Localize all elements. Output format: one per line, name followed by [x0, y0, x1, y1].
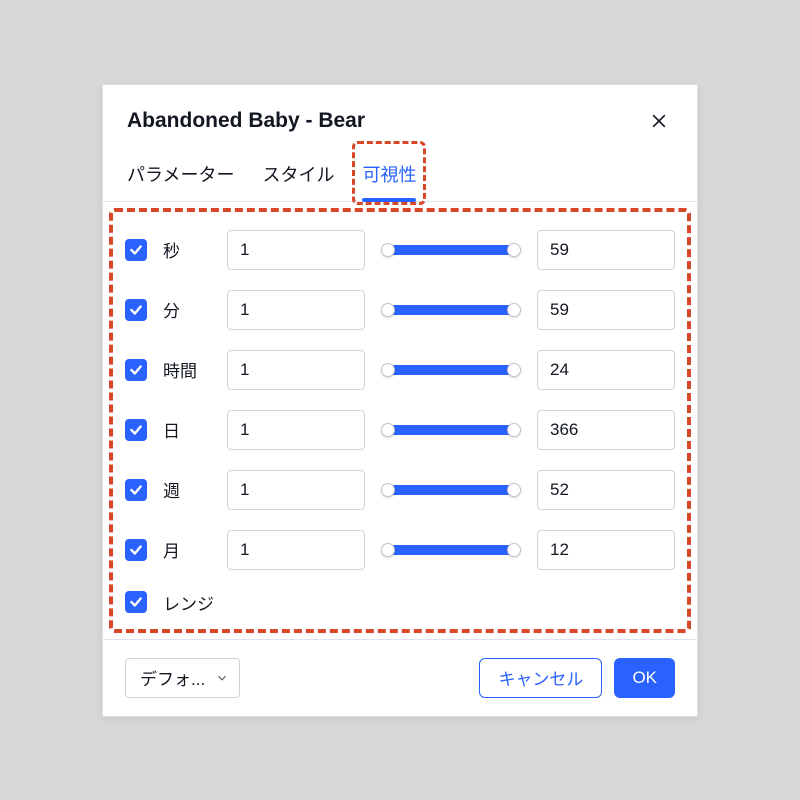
check-icon	[129, 483, 143, 497]
max-input[interactable]	[537, 350, 675, 390]
visibility-row: 時間	[115, 340, 685, 400]
checkbox[interactable]	[125, 239, 147, 261]
slider-thumb-left[interactable]	[381, 543, 395, 557]
min-input[interactable]	[227, 230, 365, 270]
chevron-down-icon	[215, 671, 229, 685]
visibility-row: 月	[115, 520, 685, 580]
checkbox[interactable]	[125, 419, 147, 441]
row-label: 分	[163, 297, 211, 322]
dialog-title: Abandoned Baby - Bear	[127, 109, 365, 133]
close-button[interactable]	[645, 107, 673, 135]
slider-thumb-right[interactable]	[507, 243, 521, 257]
min-input[interactable]	[227, 350, 365, 390]
tab-style[interactable]: スタイル	[262, 147, 334, 201]
tabs: パラメーター スタイル 可視性	[103, 147, 697, 202]
row-label: 週	[163, 477, 211, 502]
row-label: 月	[163, 537, 211, 562]
range-slider[interactable]	[381, 410, 521, 450]
close-icon	[649, 111, 669, 131]
slider-track	[387, 305, 515, 315]
checkbox[interactable]	[125, 359, 147, 381]
preset-dropdown-label: デフォ...	[140, 665, 205, 690]
max-input[interactable]	[537, 410, 675, 450]
slider-track	[387, 425, 515, 435]
cancel-button[interactable]: キャンセル	[479, 658, 602, 698]
min-input[interactable]	[227, 410, 365, 450]
ok-button[interactable]: OK	[614, 658, 675, 698]
slider-track	[387, 485, 515, 495]
tab-visibility-label: 可視性	[362, 165, 416, 185]
dialog: Abandoned Baby - Bear パラメーター スタイル 可視性 秒	[102, 84, 698, 717]
checkbox[interactable]	[125, 539, 147, 561]
check-icon	[129, 303, 143, 317]
slider-track	[387, 245, 515, 255]
range-slider[interactable]	[381, 230, 521, 270]
range-slider[interactable]	[381, 470, 521, 510]
row-range: レンジ	[115, 580, 685, 625]
visibility-row: 日	[115, 400, 685, 460]
dialog-footer: デフォ... キャンセル OK	[103, 639, 697, 716]
slider-thumb-right[interactable]	[507, 303, 521, 317]
slider-thumb-left[interactable]	[381, 483, 395, 497]
row-label: 時間	[163, 357, 211, 382]
range-slider[interactable]	[381, 350, 521, 390]
min-input[interactable]	[227, 290, 365, 330]
checkbox[interactable]	[125, 479, 147, 501]
slider-thumb-left[interactable]	[381, 423, 395, 437]
min-input[interactable]	[227, 530, 365, 570]
slider-thumb-right[interactable]	[507, 543, 521, 557]
check-icon	[129, 423, 143, 437]
slider-thumb-left[interactable]	[381, 243, 395, 257]
check-icon	[129, 363, 143, 377]
slider-thumb-right[interactable]	[507, 483, 521, 497]
content-pane: 秒 分 時間	[103, 202, 697, 639]
check-icon	[129, 595, 143, 609]
slider-track	[387, 545, 515, 555]
visibility-row: 秒	[115, 220, 685, 280]
max-input[interactable]	[537, 470, 675, 510]
range-slider[interactable]	[381, 530, 521, 570]
dialog-header: Abandoned Baby - Bear	[103, 85, 697, 147]
slider-thumb-left[interactable]	[381, 303, 395, 317]
max-input[interactable]	[537, 530, 675, 570]
checkbox-range[interactable]	[125, 591, 147, 613]
footer-actions: キャンセル OK	[479, 658, 675, 698]
slider-thumb-right[interactable]	[507, 423, 521, 437]
tab-visibility[interactable]: 可視性	[362, 147, 416, 201]
preset-dropdown[interactable]: デフォ...	[125, 658, 240, 698]
max-input[interactable]	[537, 290, 675, 330]
slider-thumb-right[interactable]	[507, 363, 521, 377]
min-input[interactable]	[227, 470, 365, 510]
checkbox[interactable]	[125, 299, 147, 321]
check-icon	[129, 243, 143, 257]
range-slider[interactable]	[381, 290, 521, 330]
visibility-row: 週	[115, 460, 685, 520]
row-label: 日	[163, 417, 211, 442]
tab-parameters[interactable]: パラメーター	[127, 147, 234, 201]
slider-track	[387, 365, 515, 375]
visibility-row: 分	[115, 280, 685, 340]
check-icon	[129, 543, 143, 557]
row-label: 秒	[163, 237, 211, 262]
max-input[interactable]	[537, 230, 675, 270]
slider-thumb-left[interactable]	[381, 363, 395, 377]
label-range: レンジ	[163, 590, 214, 615]
